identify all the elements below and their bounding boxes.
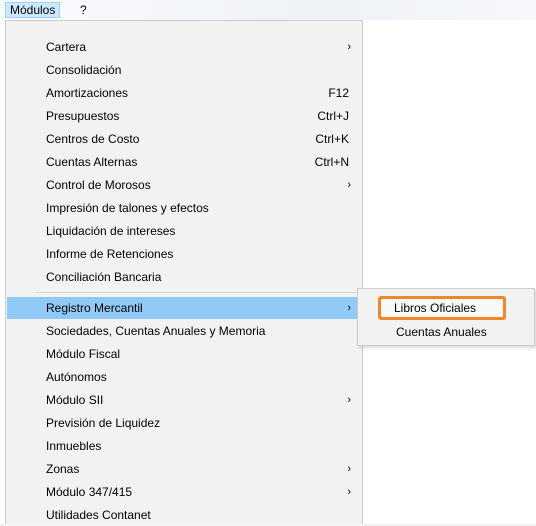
submenu-arrow-icon: ›	[347, 41, 351, 53]
menu-item-sociedades-cuentas-anuales[interactable]: Sociedades, Cuentas Anuales y Memoria	[7, 320, 361, 342]
menu-item-label: Control de Morosos	[46, 178, 151, 192]
menu-item-label: Módulo Fiscal	[46, 347, 121, 361]
menu-item-label: Zonas	[46, 462, 80, 476]
menu-item-prevision-liquidez[interactable]: Previsión de Liquidez	[7, 412, 361, 434]
submenu-item-libros-oficiales[interactable]: Libros Oficiales	[378, 296, 506, 320]
menu-item-label: Sociedades, Cuentas Anuales y Memoria	[46, 324, 266, 338]
registro-mercantil-submenu: Libros Oficiales Cuentas Anuales	[357, 288, 535, 346]
menu-item-impresion-talones[interactable]: Impresión de talones y efectos	[7, 197, 361, 219]
menu-item-label: Informe de Retenciones	[46, 247, 174, 261]
menu-item-centros-de-costo[interactable]: Centros de Costo Ctrl+K	[7, 128, 361, 150]
menu-item-label: Previsión de Liquidez	[46, 416, 161, 430]
menu-item-modulo-347-415[interactable]: Módulo 347/415 ›	[7, 481, 361, 503]
menu-item-shortcut: Ctrl+K	[315, 132, 349, 146]
submenu-arrow-icon: ›	[347, 394, 351, 406]
menu-item-conciliacion-bancaria[interactable]: Conciliación Bancaria	[7, 266, 361, 288]
menu-item-shortcut: F12	[328, 86, 349, 100]
menu-item-label: Cuentas Alternas	[46, 155, 138, 169]
menu-item-label: Amortizaciones	[46, 86, 129, 100]
submenu-item-label: Libros Oficiales	[394, 301, 477, 315]
submenu-item-cuentas-anuales[interactable]: Cuentas Anuales	[359, 321, 533, 343]
menu-item-zonas[interactable]: Zonas ›	[7, 458, 361, 480]
menu-item-label: Registro Mercantil	[46, 301, 143, 315]
menu-help[interactable]: ?	[76, 2, 91, 18]
menu-item-utilidades-contanet[interactable]: Utilidades Contanet	[7, 504, 361, 526]
menu-item-label: Autónomos	[46, 370, 107, 384]
menu-item-modulo-fiscal[interactable]: Módulo Fiscal	[7, 343, 361, 365]
submenu-item-label: Cuentas Anuales	[396, 325, 487, 339]
menu-item-control-de-morosos[interactable]: Control de Morosos ›	[7, 174, 361, 196]
menu-item-cartera[interactable]: Cartera ›	[7, 36, 361, 58]
menu-modulos[interactable]: Módulos	[5, 2, 61, 18]
submenu-arrow-icon: ›	[347, 179, 351, 191]
menu-item-modulo-sii[interactable]: Módulo SII ›	[7, 389, 361, 411]
menu-item-cuentas-alternas[interactable]: Cuentas Alternas Ctrl+N	[7, 151, 361, 173]
menu-item-liquidacion-intereses[interactable]: Liquidación de intereses	[7, 220, 361, 242]
menu-separator	[36, 292, 359, 293]
menu-item-label: Impresión de talones y efectos	[46, 201, 209, 215]
menu-bar: Módulos ?	[0, 0, 536, 20]
menu-item-label: Conciliación Bancaria	[46, 270, 162, 284]
menu-item-label: Presupuestos	[46, 109, 120, 123]
menu-item-registro-mercantil[interactable]: Registro Mercantil ›	[7, 297, 361, 319]
menu-item-shortcut: Ctrl+N	[314, 155, 349, 169]
menu-item-label: Liquidación de intereses	[46, 224, 176, 238]
menu-item-label: Inmuebles	[46, 439, 102, 453]
menu-item-label: Centros de Costo	[46, 132, 140, 146]
menu-item-presupuestos[interactable]: Presupuestos Ctrl+J	[7, 105, 361, 127]
submenu-arrow-icon: ›	[347, 302, 351, 314]
submenu-arrow-icon: ›	[347, 463, 351, 475]
modulos-dropdown-menu: Cartera › Consolidación Amortizaciones F…	[5, 20, 363, 524]
menu-item-label: Utilidades Contanet	[46, 508, 151, 522]
menu-item-autonomos[interactable]: Autónomos	[7, 366, 361, 388]
menu-item-label: Módulo SII	[46, 393, 104, 407]
menu-item-shortcut: Ctrl+J	[317, 109, 349, 123]
menu-item-amortizaciones[interactable]: Amortizaciones F12	[7, 82, 361, 104]
menu-item-inmuebles[interactable]: Inmuebles	[7, 435, 361, 457]
menu-item-label: Consolidación	[46, 63, 122, 77]
menu-item-label: Módulo 347/415	[46, 485, 133, 499]
menu-item-label: Cartera	[46, 40, 87, 54]
submenu-arrow-icon: ›	[347, 486, 351, 498]
menu-item-informe-retenciones[interactable]: Informe de Retenciones	[7, 243, 361, 265]
menu-item-consolidacion[interactable]: Consolidación	[7, 59, 361, 81]
